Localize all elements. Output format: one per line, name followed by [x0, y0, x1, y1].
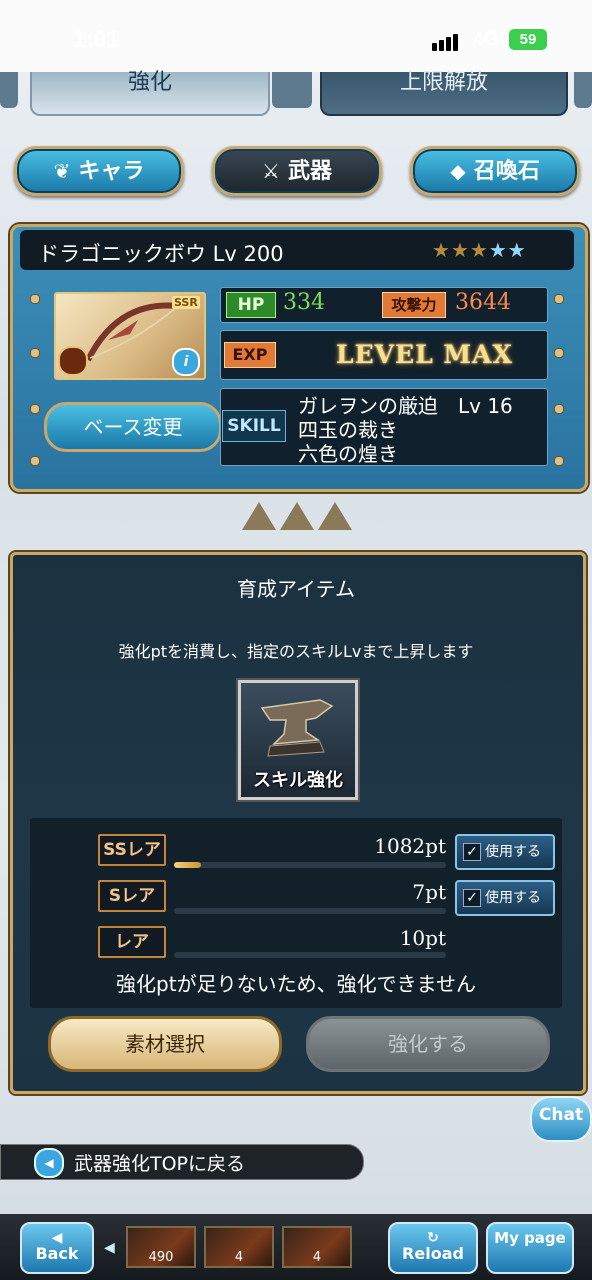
checkbox-checked-icon: ✓ — [463, 889, 481, 907]
anvil-icon — [260, 699, 334, 757]
sr-points: 7pt — [412, 880, 446, 904]
select-material-button[interactable]: 素材選択 — [48, 1016, 282, 1072]
level-max-text: LEVEL MAX — [336, 340, 513, 369]
battery-icon: 59 — [509, 29, 547, 50]
star-gold-icon: ★ — [450, 238, 470, 262]
triangle-ornament-icon — [280, 502, 314, 530]
sr-rare-label: Sレア — [98, 880, 166, 912]
r-rare-label: レア — [98, 926, 166, 958]
items-description: 強化ptを消費し、指定のスキルLvまで上昇します — [118, 642, 474, 661]
rivet — [30, 456, 40, 466]
sr-use-label: 使用する — [485, 890, 541, 906]
star-blue-icon: ★ — [507, 238, 527, 262]
category-summon-label: 召喚石 — [473, 159, 540, 184]
triangle-ornament-icon — [242, 502, 276, 530]
tab-right-stub — [574, 72, 592, 108]
base-change-button[interactable]: ベース変更 — [44, 402, 222, 452]
category-character-label: キャラ — [78, 159, 145, 184]
ssr-points: 1082pt — [374, 834, 446, 858]
star-gold-icon: ★ — [469, 238, 489, 262]
reload-label: Reload — [402, 1244, 464, 1263]
sr-progress-track — [174, 908, 446, 914]
signal-icon — [432, 32, 460, 51]
quick-item-3[interactable]: 4 — [282, 1226, 352, 1268]
rivet — [554, 404, 564, 414]
character-icon: ❦ — [53, 159, 71, 183]
back-button[interactable]: ◀ Back — [20, 1222, 94, 1274]
network-type: 4G — [473, 29, 499, 50]
tab-enhance[interactable]: 強化 — [30, 72, 270, 116]
r-points: 10pt — [399, 926, 446, 950]
ssr-progress-track — [174, 862, 446, 868]
chat-button[interactable]: Chat — [530, 1096, 592, 1142]
checkbox-checked-icon: ✓ — [463, 843, 481, 861]
weapon-name: ドラゴニックボウ Lv 200 — [38, 242, 284, 266]
back-to-weapon-top-label: 武器強化TOPに戻る — [74, 1153, 246, 1175]
rivet — [30, 348, 40, 358]
category-summon-button[interactable]: ◆ 召喚石 — [410, 146, 580, 196]
quick-item-2[interactable]: 4 — [204, 1226, 274, 1268]
quick-item-1-count: 490 — [148, 1250, 174, 1265]
skill-label: SKILL — [222, 410, 286, 442]
crystal-icon: ◆ — [450, 159, 466, 183]
atk-label: 攻撃力 — [382, 292, 446, 318]
status-time: 1:01 — [73, 26, 120, 52]
element-icon — [58, 346, 88, 376]
star-gold-icon: ★ — [432, 238, 451, 262]
rivet — [30, 404, 40, 414]
category-character-button[interactable]: ❦ キャラ — [14, 146, 184, 196]
ssr-badge: SSR — [172, 296, 200, 309]
info-icon[interactable]: i — [172, 348, 200, 376]
rivet — [554, 456, 564, 466]
rarity-stars: ★★★★★ — [432, 238, 527, 262]
tab-left-stub — [0, 72, 18, 108]
scroll-left-icon[interactable]: ◀ — [104, 1240, 118, 1260]
enhance-button[interactable]: 強化する — [306, 1016, 550, 1072]
atk-value: 3644 — [455, 290, 511, 315]
quick-item-2-count: 4 — [234, 1250, 244, 1265]
quick-item-1[interactable]: 490 — [126, 1226, 196, 1268]
items-title: 育成アイテム — [237, 577, 355, 601]
battery-level: 59 — [519, 31, 537, 48]
r-progress-track — [174, 952, 446, 958]
reload-button[interactable]: ↻ Reload — [388, 1222, 478, 1274]
ssr-rare-label: SSレア — [98, 834, 166, 866]
sr-use-toggle[interactable]: ✓ 使用する — [455, 880, 555, 916]
my-page-button[interactable]: My page — [486, 1222, 574, 1274]
rivet — [30, 294, 40, 304]
back-label: Back — [35, 1244, 79, 1263]
back-arrow-icon: ◀ — [34, 1148, 64, 1178]
skill-enhance-caption: スキル強化 — [253, 770, 343, 791]
exp-label: EXP — [224, 342, 276, 368]
category-weapon-button[interactable]: ⚔ 武器 — [212, 146, 382, 196]
skill-3: 六色の煌き — [298, 442, 398, 466]
ssr-use-toggle[interactable]: ✓ 使用する — [455, 834, 555, 870]
triangle-ornament-icon — [318, 502, 352, 530]
hp-value: 334 — [283, 290, 325, 315]
ssr-use-label: 使用する — [485, 844, 541, 860]
rivet — [554, 294, 564, 304]
tab-middle-stub — [272, 72, 312, 108]
hp-label: HP — [226, 292, 276, 318]
insufficient-points-warning: 強化ptが足りないため、強化できません — [116, 972, 476, 996]
category-weapon-label: 武器 — [287, 159, 332, 184]
tab-enhance-label: 強化 — [127, 70, 172, 95]
tab-limit-break[interactable]: 上限解放 — [320, 72, 568, 116]
rivet — [554, 348, 564, 358]
tab-limit-break-label: 上限解放 — [399, 70, 488, 95]
star-blue-icon: ★ — [488, 238, 508, 262]
ssr-progress-fill — [174, 862, 201, 868]
crossed-swords-icon: ⚔ — [262, 159, 280, 183]
quick-item-3-count: 4 — [312, 1250, 322, 1265]
